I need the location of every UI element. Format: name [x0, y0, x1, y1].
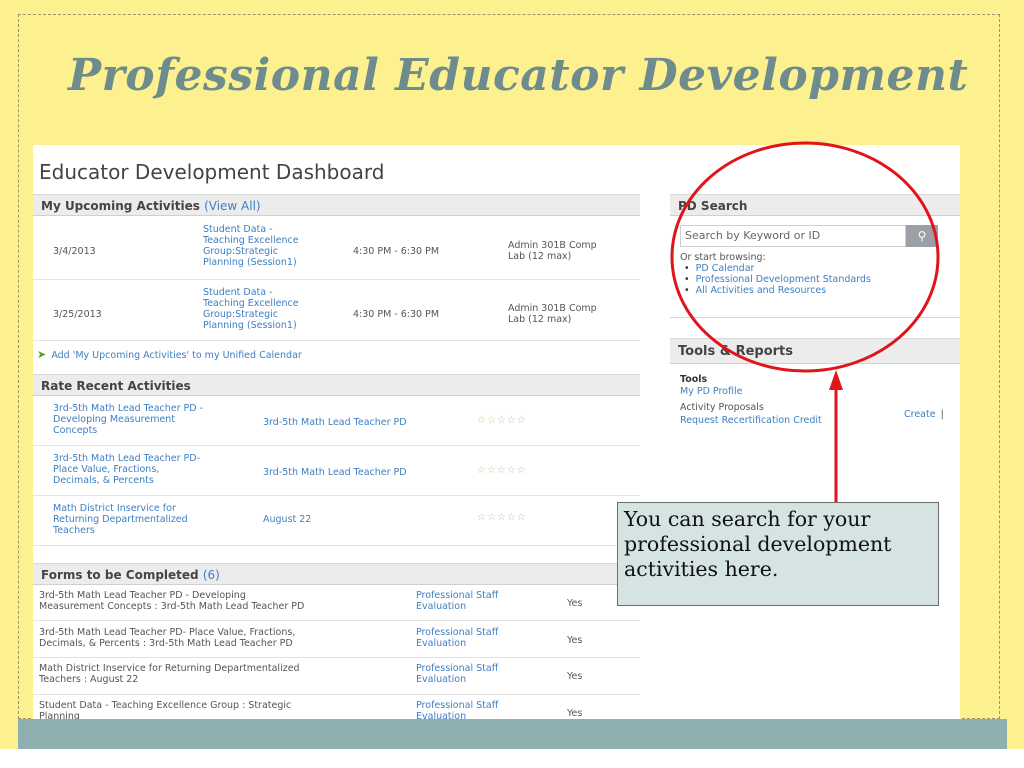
- callout-box: You can search for your professional dev…: [617, 502, 939, 606]
- annotation-overlay: [670, 141, 940, 502]
- annotation-arrow-head: [829, 370, 843, 390]
- highlight-ellipse: [670, 141, 940, 373]
